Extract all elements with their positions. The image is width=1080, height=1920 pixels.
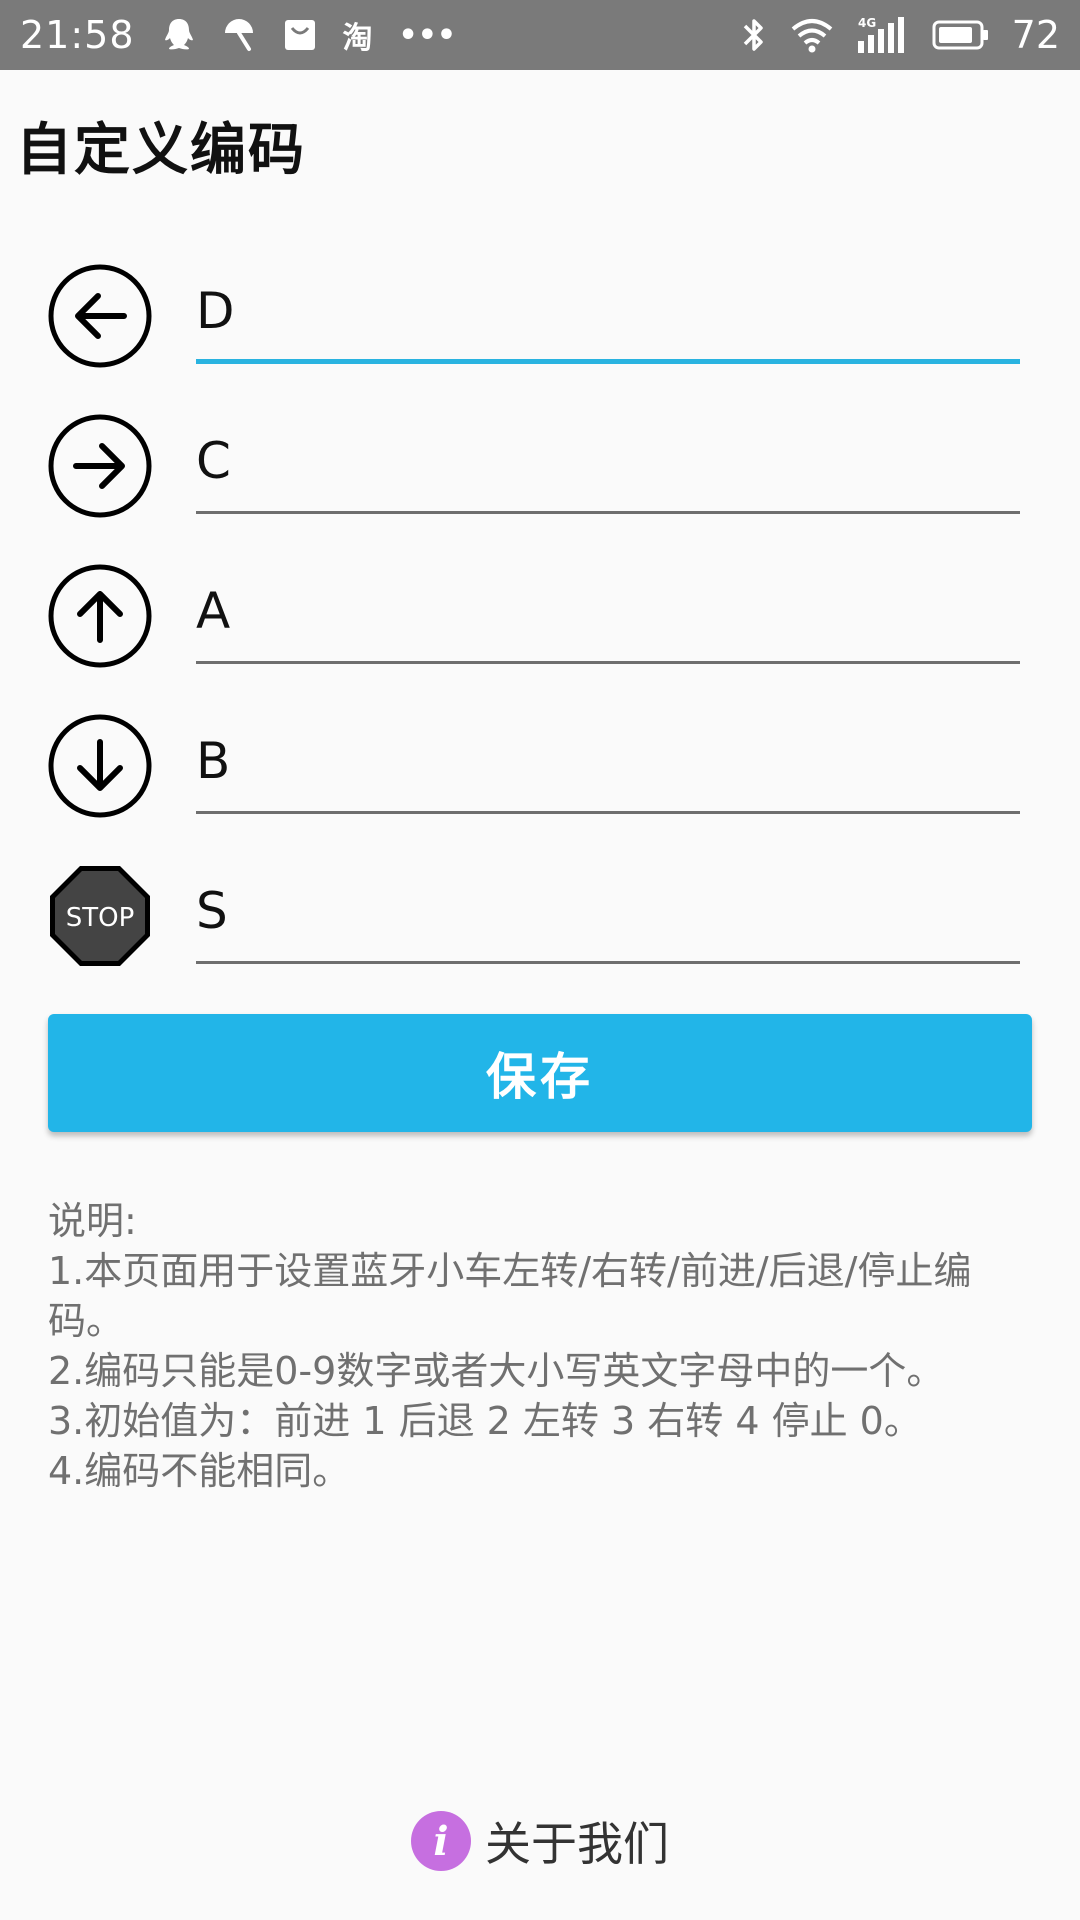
about-us-label: 关于我们 — [485, 1817, 669, 1871]
bluetooth-icon — [740, 15, 768, 55]
arrow-right-circle-icon — [48, 414, 152, 518]
code-row-stop: STOP — [48, 864, 1020, 974]
left-code-input[interactable] — [196, 282, 1020, 340]
code-field-right — [196, 414, 1020, 514]
arrow-down-circle-icon — [48, 714, 152, 818]
code-field-stop — [196, 864, 1020, 964]
qq-icon — [163, 17, 195, 53]
wifi-icon — [790, 17, 834, 53]
arrow-left-circle-icon — [48, 264, 152, 368]
stop-code-input[interactable] — [196, 882, 1020, 940]
more-dots-icon: ••• — [398, 17, 457, 53]
code-row-left — [48, 264, 1020, 374]
svg-text:4G: 4G — [858, 16, 876, 30]
code-row-forward — [48, 564, 1020, 674]
code-field-left — [196, 264, 1020, 364]
instructions-heading: 说明: — [48, 1199, 137, 1243]
status-time: 21:58 — [20, 13, 135, 57]
svg-text:STOP: STOP — [66, 903, 135, 933]
system-icons: 4G 72 — [740, 13, 1060, 57]
forward-code-input[interactable] — [196, 582, 1020, 640]
cellular-signal-icon: 4G — [856, 15, 910, 55]
about-us-link[interactable]: i 关于我们 — [0, 1808, 1080, 1874]
right-code-input[interactable] — [196, 432, 1020, 490]
arrow-up-circle-icon — [48, 564, 152, 668]
status-bar: 21:58 淘 ••• 4G 72 — [0, 0, 1080, 70]
code-row-right — [48, 414, 1020, 524]
code-row-backward — [48, 714, 1020, 824]
backward-code-input[interactable] — [196, 732, 1020, 790]
battery-icon — [932, 19, 990, 51]
code-field-backward — [196, 714, 1020, 814]
instruction-line: 3.初始值为：前进 1 后退 2 左转 3 右转 4 停止 0。 — [48, 1399, 922, 1443]
page-title: 自定义编码 — [16, 118, 306, 183]
instruction-line: 4.编码不能相同。 — [48, 1449, 351, 1493]
stop-sign-icon: STOP — [48, 864, 152, 968]
info-icon: i — [411, 1811, 471, 1871]
taobao-icon: 淘 — [342, 21, 373, 56]
battery-level: 72 — [1011, 13, 1060, 57]
instruction-line: 1.本页面用于设置蓝牙小车左转/右转/前进/后退/停止编码。 — [48, 1249, 972, 1343]
code-field-forward — [196, 564, 1020, 664]
umbrella-icon — [221, 17, 257, 53]
shopping-bag-icon — [283, 18, 317, 52]
save-button[interactable]: 保存 — [48, 1014, 1032, 1132]
instruction-line: 2.编码只能是0-9数字或者大小写英文字母中的一个。 — [48, 1349, 945, 1393]
instructions: 说明: 1.本页面用于设置蓝牙小车左转/右转/前进/后退/停止编码。 2.编码只… — [48, 1196, 1038, 1496]
notification-icons: 淘 ••• — [163, 13, 457, 57]
